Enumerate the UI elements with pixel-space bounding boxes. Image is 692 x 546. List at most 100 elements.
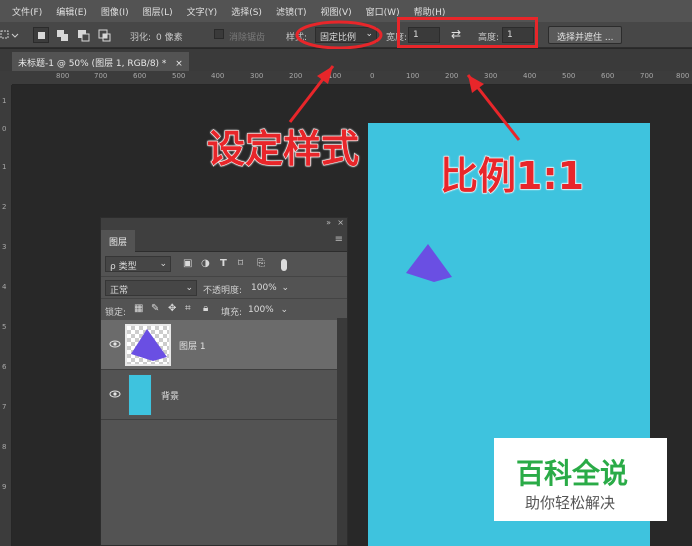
blend-mode-select[interactable]: 正常 ⌄ [105, 280, 197, 296]
feather-value[interactable]: 0 像素 [156, 30, 183, 43]
collapse-icon[interactable]: » [326, 218, 331, 227]
fill-field[interactable]: 100% ⌄ [243, 302, 291, 318]
new-selection-icon[interactable] [33, 27, 49, 43]
smart-object-filter-icon[interactable]: ⎘ [257, 258, 265, 269]
opacity-label: 不透明度: [203, 286, 243, 296]
purple-shape[interactable] [404, 241, 456, 287]
ruler-label: 200 [445, 72, 459, 80]
antialias-label: 消除锯齿 [229, 33, 266, 43]
panel-scrollbar[interactable] [337, 318, 347, 545]
close-icon[interactable]: × [175, 59, 183, 69]
fill-label: 填充: [221, 308, 243, 318]
add-selection-icon[interactable] [54, 27, 70, 43]
menu-image[interactable]: 图像(I) [101, 5, 129, 18]
vertical-ruler[interactable]: 1 0 1 2 3 4 5 6 7 8 9 [0, 85, 12, 546]
menu-layer[interactable]: 图层(L) [143, 5, 173, 18]
lock-artboard-icon[interactable]: ⌗ [185, 303, 191, 314]
blend-mode-value: 正常 [110, 286, 129, 296]
blend-row: 正常 ⌄ 不透明度: 100% ⌄ [101, 276, 347, 298]
filter-row: ρ 类型 ⌄ ▣ ◑ T ⌑ ⎘ [101, 254, 347, 276]
ruler-label: 700 [94, 72, 108, 80]
ruler-label: 400 [523, 72, 537, 80]
ruler-label: 8 [2, 443, 7, 451]
ruler-label: 200 [289, 72, 303, 80]
menu-view[interactable]: 视图(V) [320, 5, 351, 18]
panel-tabs: 图层 ≡ [101, 230, 347, 252]
horizontal-ruler[interactable]: 800 700 600 500 400 300 200 100 0 100 20… [12, 71, 692, 85]
visibility-eye-icon[interactable] [109, 338, 121, 350]
menu-edit[interactable]: 编辑(E) [56, 5, 87, 18]
subtract-selection-icon[interactable] [75, 27, 91, 43]
ruler-label: 1 [2, 163, 7, 171]
panel-header: » × [101, 218, 347, 230]
type-filter-icon[interactable]: T [220, 258, 227, 269]
ruler-label: 4 [2, 283, 7, 291]
watermark-logo: 百科全说 助你轻松解决 [494, 438, 667, 521]
lock-transparent-icon[interactable]: ▦ [134, 303, 143, 314]
document-tab-row: 未标题-1 @ 50% (图层 1, RGB/8) * × [0, 49, 692, 71]
ruler-label: 0 [2, 125, 7, 133]
ruler-label: 6 [2, 363, 7, 371]
lock-row: 锁定: ▦ ✎ ✥ ⌗ 🔒︎ 填充: 100% ⌄ [101, 298, 347, 320]
layer-thumbnail [128, 374, 152, 416]
ruler-label: 300 [484, 72, 498, 80]
ruler-label: 600 [601, 72, 615, 80]
adjustment-filter-icon[interactable]: ◑ [201, 258, 210, 269]
ruler-label: 9 [2, 483, 7, 491]
shape-filter-icon[interactable]: ⌑ [238, 258, 243, 269]
opacity-value: 100% [251, 283, 277, 293]
menu-filter[interactable]: 滤镜(T) [276, 5, 307, 18]
visibility-eye-icon[interactable] [109, 388, 121, 400]
ruler-label: 700 [640, 72, 654, 80]
layer-row-2[interactable]: 背景 [101, 370, 337, 420]
menu-window[interactable]: 窗口(W) [366, 5, 400, 18]
layer-name[interactable]: 背景 [161, 389, 179, 402]
layer-row-1[interactable]: 图层 1 [101, 320, 337, 370]
watermark-title: 百科全说 [516, 457, 629, 490]
lock-paint-icon[interactable]: ✎ [151, 303, 159, 314]
chevron-down-icon: ⌄ [159, 259, 167, 269]
filter-kind-value: ρ 类型 [110, 262, 137, 272]
tool-preset-icon[interactable] [0, 27, 20, 43]
chevron-down-icon: ⌄ [281, 283, 289, 293]
document-tab[interactable]: 未标题-1 @ 50% (图层 1, RGB/8) * × [12, 52, 189, 71]
tab-layers[interactable]: 图层 [101, 230, 136, 252]
ruler-label: 500 [172, 72, 186, 80]
opacity-field[interactable]: 100% ⌄ [246, 280, 292, 296]
lock-label: 锁定: [105, 308, 127, 318]
ruler-label: 7 [2, 403, 7, 411]
chevron-down-icon: ⌄ [280, 305, 288, 315]
chevron-down-icon: ⌄ [185, 283, 193, 293]
menu-file[interactable]: 文件(F) [12, 5, 42, 18]
ruler-label: 3 [2, 243, 7, 251]
menu-help[interactable]: 帮助(H) [414, 5, 446, 18]
select-and-mask-button[interactable]: 选择并遮住 ... [548, 26, 623, 44]
layer-name[interactable]: 图层 1 [179, 339, 206, 352]
antialias-checkbox[interactable] [214, 29, 224, 39]
feather-label: 羽化: [130, 33, 152, 43]
ruler-label: 0 [370, 72, 375, 80]
panel-menu-icon[interactable]: ≡ [335, 234, 343, 245]
filter-toggle-icon[interactable] [281, 259, 287, 271]
ruler-label: 400 [211, 72, 225, 80]
ruler-label: 300 [250, 72, 264, 80]
fill-value: 100% [248, 305, 274, 315]
ruler-label: 100 [328, 72, 342, 80]
document-tab-title: 未标题-1 @ 50% (图层 1, RGB/8) * [18, 59, 167, 69]
filter-kind-select[interactable]: ρ 类型 ⌄ [105, 256, 171, 272]
menu-type[interactable]: 文字(Y) [187, 5, 218, 18]
ruler-label: 100 [406, 72, 420, 80]
lock-position-icon[interactable]: ✥ [168, 303, 176, 314]
highlight-ellipse [295, 20, 383, 50]
menu-select[interactable]: 选择(S) [231, 5, 262, 18]
lock-all-icon[interactable]: 🔒︎ [203, 303, 208, 314]
intersect-selection-icon[interactable] [96, 27, 112, 43]
watermark-subtitle: 助你轻松解决 [525, 494, 616, 512]
image-filter-icon[interactable]: ▣ [183, 258, 192, 269]
layers-panel: » × 图层 ≡ ρ 类型 ⌄ ▣ ◑ T ⌑ ⎘ 正常 ⌄ 不透明度: 100… [100, 217, 348, 546]
close-panel-icon[interactable]: × [337, 218, 344, 227]
ruler-label: 1 [2, 97, 7, 105]
options-bar: 羽化: 0 像素 消除锯齿 样式: 固定比例 ⌄ 宽度: 1 ⇄ 高度: 1 选… [0, 17, 692, 50]
ruler-label: 800 [676, 72, 690, 80]
ruler-label: 800 [56, 72, 70, 80]
